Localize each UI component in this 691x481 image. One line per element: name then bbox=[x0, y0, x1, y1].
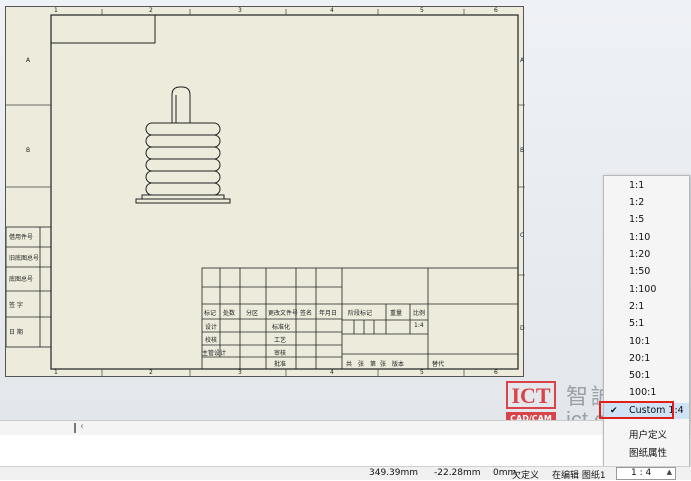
menu-item-scale[interactable]: 1:20 bbox=[604, 247, 689, 263]
zone-right-d: D bbox=[520, 325, 525, 332]
strip-label: 日 期 bbox=[9, 329, 23, 336]
tb-bottom: 版本 bbox=[392, 361, 405, 368]
strip-label: 底图总号 bbox=[9, 276, 34, 283]
zone-bottom-4: 4 bbox=[330, 369, 334, 376]
zone-top-5: 5 bbox=[420, 7, 424, 14]
menu-item-sheet-properties[interactable]: 图纸属性 bbox=[604, 446, 689, 462]
menu-item-scale[interactable]: 1:100 bbox=[604, 282, 689, 298]
drawing-canvas[interactable]: 1 2 3 4 5 6 1 2 3 4 5 6 A B A B C D 借用件号… bbox=[0, 0, 691, 420]
tb-role: 校核 bbox=[205, 337, 218, 344]
tb-weight-header: 重量 bbox=[390, 310, 403, 317]
zone-top-3: 3 bbox=[238, 7, 242, 14]
menu-item-scale[interactable]: 1:5 bbox=[604, 212, 689, 228]
tb-role: 设计 bbox=[205, 324, 218, 331]
zone-right-b: B bbox=[520, 147, 525, 154]
tb-bottom: 共 bbox=[346, 361, 353, 368]
zone-bottom-6: 6 bbox=[494, 369, 498, 376]
zone-left-b: B bbox=[26, 147, 31, 154]
zone-top-6: 6 bbox=[494, 7, 498, 14]
tb-scale-header: 比例 bbox=[413, 310, 426, 317]
status-state: 欠定义 bbox=[512, 471, 540, 481]
tb-bottom: 第 bbox=[370, 361, 377, 368]
zone-bottom-2: 2 bbox=[149, 369, 153, 376]
scale-menu[interactable]: 1:1 1:2 1:5 1:10 1:20 1:50 1:100 2:1 5:1… bbox=[603, 175, 690, 467]
zone-bottom-5: 5 bbox=[420, 369, 424, 376]
tb-label: 更改文件号 bbox=[268, 310, 299, 317]
strip-label: 旧底图总号 bbox=[9, 255, 40, 262]
highlight-box bbox=[599, 401, 674, 419]
ict-logo: ICT bbox=[506, 381, 556, 409]
scroll-left-icon[interactable]: ‹ bbox=[80, 421, 84, 432]
menu-item-scale[interactable]: 1:2 bbox=[604, 195, 689, 211]
menu-item-scale[interactable]: 1:50 bbox=[604, 264, 689, 280]
menu-item-scale[interactable]: 100:1 bbox=[604, 385, 689, 401]
tb-stage-header: 阶段标记 bbox=[348, 310, 373, 317]
menu-item-scale[interactable]: 20:1 bbox=[604, 351, 689, 367]
scroll-split-handle[interactable] bbox=[74, 423, 76, 433]
horizontal-scrollbar[interactable]: ‹ bbox=[0, 420, 691, 435]
drawing-sheet[interactable]: 1 2 3 4 5 6 1 2 3 4 5 6 A B A B C D 借用件号… bbox=[5, 6, 525, 377]
menu-item-scale[interactable]: 2:1 bbox=[604, 299, 689, 315]
tb-role: 批准 bbox=[274, 361, 287, 368]
tb-bottom: 张 bbox=[358, 361, 365, 368]
menu-item-scale[interactable]: 10:1 bbox=[604, 334, 689, 350]
strip-label: 借用件号 bbox=[9, 234, 34, 241]
tb-role: 标准化 bbox=[272, 324, 291, 331]
menu-item-scale[interactable]: 50:1 bbox=[604, 368, 689, 384]
zone-right-c: C bbox=[520, 232, 525, 239]
tb-label: 分区 bbox=[246, 310, 259, 317]
zone-top-2: 2 bbox=[149, 7, 153, 14]
menu-item-user-defined[interactable]: 用户定义 bbox=[604, 428, 689, 444]
tb-role: 审核 bbox=[274, 350, 287, 357]
tb-label: 年月日 bbox=[319, 310, 338, 317]
zone-bottom-1: 1 bbox=[54, 369, 58, 376]
menu-item-scale[interactable]: 1:1 bbox=[604, 178, 689, 194]
strip-label: 签 字 bbox=[9, 302, 23, 309]
sheet-graphics bbox=[6, 9, 525, 376]
status-mode: 在编辑 图纸1 bbox=[552, 471, 606, 481]
zone-bottom-3: 3 bbox=[238, 369, 242, 376]
status-x: 349.39mm bbox=[369, 468, 419, 478]
scale-dropdown[interactable]: 1 : 4 ▲ bbox=[616, 467, 676, 480]
tb-label: 签名 bbox=[300, 310, 313, 317]
menu-item-scale[interactable]: 5:1 bbox=[604, 316, 689, 332]
zone-right-a: A bbox=[520, 57, 525, 64]
menu-item-scale[interactable]: 1:10 bbox=[604, 230, 689, 246]
zone-top-1: 1 bbox=[54, 7, 58, 14]
chevron-up-icon: ▲ bbox=[666, 468, 672, 476]
status-y: -22.28mm bbox=[434, 468, 481, 478]
tb-bottom: 张 bbox=[380, 361, 387, 368]
status-bar: 349.39mm -22.28mm 0mm 欠定义 在编辑 图纸1 1 : 4 … bbox=[0, 466, 691, 481]
tb-label: 标记 bbox=[204, 310, 217, 317]
tb-label: 处数 bbox=[223, 310, 236, 317]
tb-scale-value: 1:4 bbox=[414, 322, 424, 329]
tb-bottom: 替代 bbox=[432, 361, 445, 368]
tb-role: 工艺 bbox=[274, 337, 287, 344]
zone-left-a: A bbox=[26, 57, 31, 64]
zone-top-4: 4 bbox=[330, 7, 334, 14]
tb-role: 主管设计 bbox=[202, 350, 227, 357]
scale-dropdown-value: 1 : 4 bbox=[631, 468, 652, 478]
